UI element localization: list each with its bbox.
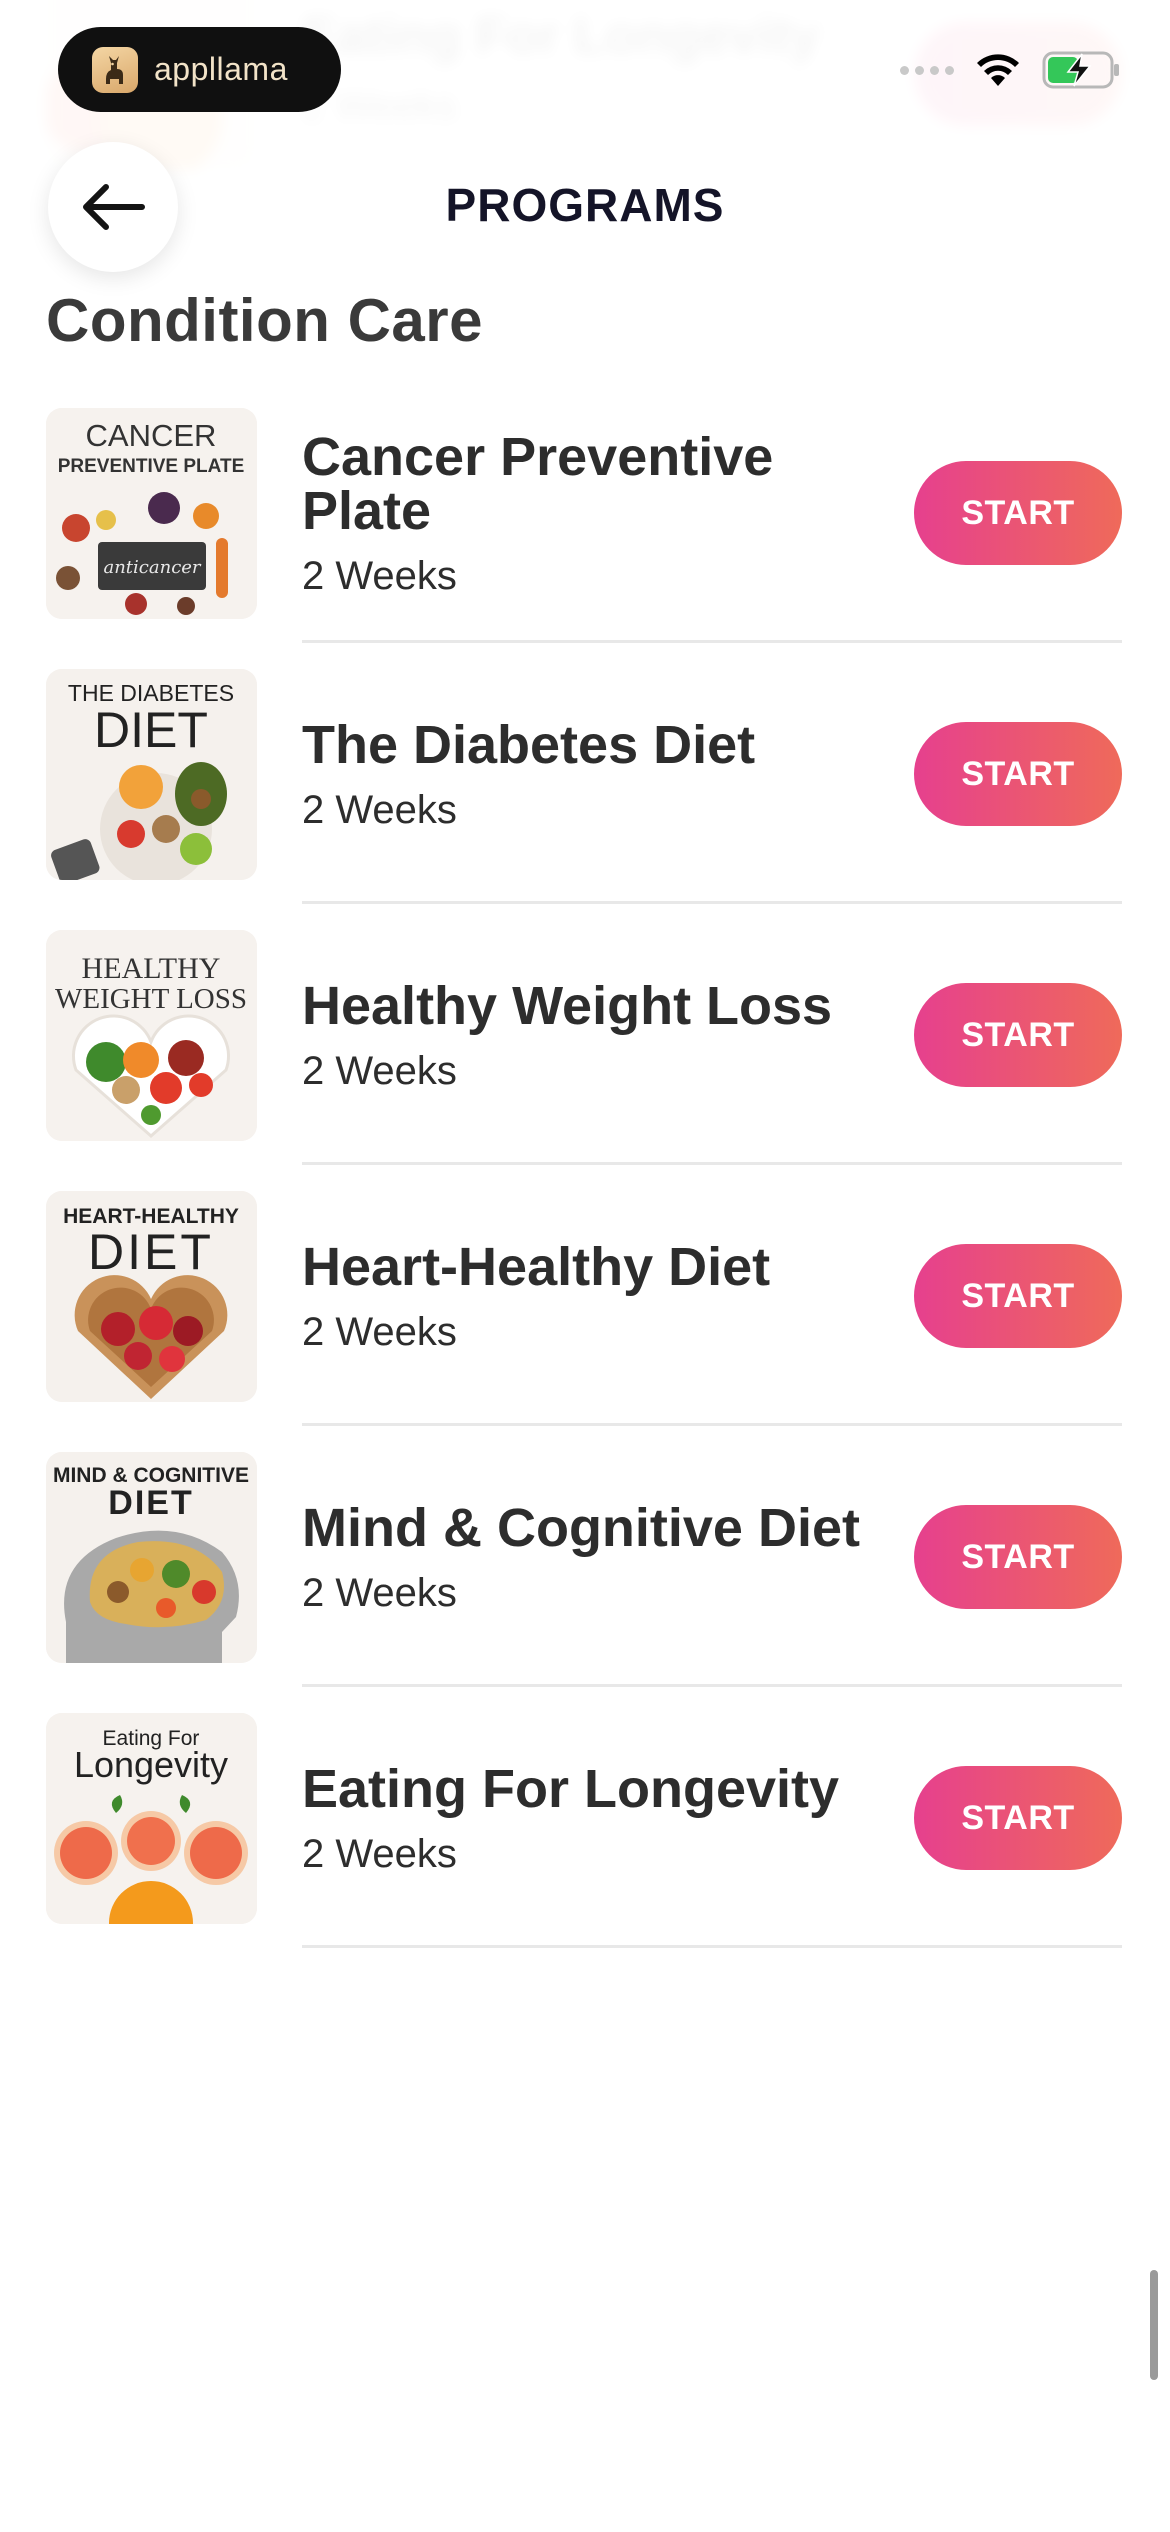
program-thumbnail: CANCER PREVENTIVE PLATE anticancer [46,408,257,619]
program-row-heart-healthy-diet[interactable]: HEART-HEALTHY DIET Heart-Healthy Diet 2 … [0,1175,1170,1436]
program-thumbnail: MIND & COGNITIVE DIET [46,1452,257,1663]
row-divider [302,1423,1122,1426]
thumb-line-1: HEALTHY [82,952,221,985]
thumb-line-1: CANCER [86,418,217,453]
row-divider [302,1945,1122,1948]
program-duration: 2 Weeks [302,554,457,598]
app-screen: Eating For Longevity 2 Weeks appllama [0,0,1170,2532]
program-duration: 2 Weeks [302,1049,457,1093]
program-title: Eating For Longevity [302,1759,840,1819]
program-info: Mind & Cognitive Diet 2 Weeks [302,1436,872,1681]
cellular-signal-icon [900,65,954,75]
program-info: Eating For Longevity 2 Weeks [302,1697,872,1942]
thumb-line-2: DIET [108,1484,193,1522]
program-row-healthy-weight-loss[interactable]: HEALTHY WEIGHT LOSS Healthy Weight Loss … [0,914,1170,1175]
thumb-line-3: anticancer [103,557,201,578]
program-duration: 2 Weeks [302,788,457,832]
page-title: PROGRAMS [445,179,725,231]
program-thumbnail: HEALTHY WEIGHT LOSS [46,930,257,1141]
thumb-line-2: DIET [88,1224,214,1280]
row-divider [302,901,1122,904]
row-divider [302,640,1122,643]
program-title: Healthy Weight Loss [302,976,833,1036]
program-row-diabetes-diet[interactable]: THE DIABETES DIET The Diabetes Diet 2 We… [0,653,1170,914]
thumb-line-2: PREVENTIVE PLATE [58,456,245,477]
program-list: CANCER PREVENTIVE PLATE anticancer Cance… [0,392,1170,1958]
program-thumbnail: Eating For Longevity [46,1713,257,1924]
back-button[interactable] [48,142,178,272]
program-row-cancer-preventive-plate[interactable]: CANCER PREVENTIVE PLATE anticancer Cance… [0,392,1170,653]
arrow-left-icon [83,184,145,230]
brand-name: appllama [154,51,288,87]
program-info: Heart-Healthy Diet 2 Weeks [302,1175,872,1420]
start-button[interactable]: START [914,983,1122,1087]
row-divider [302,1684,1122,1687]
program-duration: 2 Weeks [302,1832,457,1876]
program-row-mind-cognitive-diet[interactable]: MIND & COGNITIVE DIET Mind & Cognitive D… [0,1436,1170,1697]
battery-charging-icon [1042,51,1119,89]
thumb-line-2: WEIGHT LOSS [55,983,247,1015]
program-title: Mind & Cognitive Diet [302,1498,860,1558]
start-button[interactable]: START [914,461,1122,565]
program-title: Cancer Preventive Plate [302,427,774,541]
start-button[interactable]: START [914,1766,1122,1870]
thumb-line-2: DIET [94,702,208,758]
program-row-eating-for-longevity[interactable]: Eating For Longevity Eating For Longevit… [0,1697,1170,1958]
thumb-line-2: Longevity [74,1744,228,1785]
program-info: The Diabetes Diet 2 Weeks [302,653,872,898]
program-info: Cancer Preventive Plate 2 Weeks [302,392,872,637]
brand-badge: appllama [58,27,341,112]
program-thumbnail: THE DIABETES DIET [46,669,257,880]
start-button[interactable]: START [914,1244,1122,1348]
program-info: Healthy Weight Loss 2 Weeks [302,914,872,1159]
status-icons [900,50,1122,90]
section-title: Condition Care [46,287,483,354]
scrollbar[interactable] [1150,2270,1158,2380]
program-duration: 2 Weeks [302,1310,457,1354]
program-title: The Diabetes Diet [302,715,756,775]
start-button[interactable]: START [914,722,1122,826]
program-title: Heart-Healthy Diet [302,1237,771,1297]
program-duration: 2 Weeks [302,1571,457,1615]
llama-logo-icon [92,46,138,93]
program-thumbnail: HEART-HEALTHY DIET [46,1191,257,1402]
wifi-icon [977,54,1019,86]
start-button[interactable]: START [914,1505,1122,1609]
row-divider [302,1162,1122,1165]
